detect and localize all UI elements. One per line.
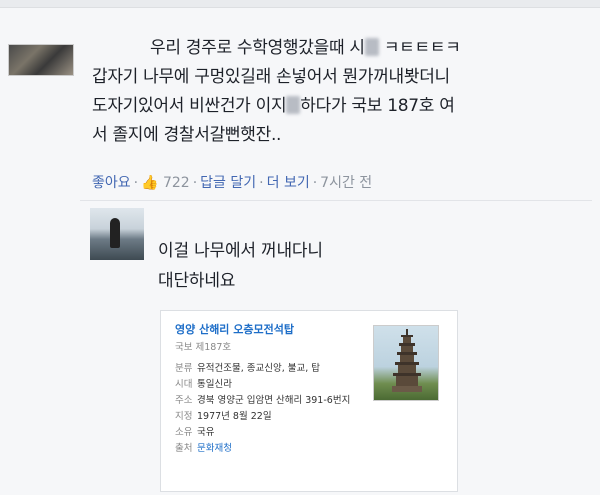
like-count[interactable]: 722	[163, 175, 190, 191]
separator: ·	[133, 175, 139, 191]
comment-line-3a: 도자기있어서 비싼건가 이지	[92, 96, 287, 116]
card-row: 소유 국유	[175, 425, 375, 441]
redacted-text	[286, 96, 301, 114]
heritage-info-card[interactable]: 영양 산해리 오층모전석탑 국보 제187호 분류 유적건조물, 종교신앙, 불교…	[160, 310, 458, 492]
card-subtitle: 국보 제187호	[175, 342, 232, 353]
separator: ·	[259, 175, 264, 191]
reply-link[interactable]: 답글 달기	[200, 175, 256, 191]
comment-line-1a: 우리 경주로 수학영행갔을때 시	[150, 38, 365, 58]
separator: ·	[192, 175, 198, 191]
reply-avatar[interactable]	[90, 208, 144, 260]
more-link[interactable]: 더 보기	[267, 175, 310, 191]
row-key: 출처	[175, 443, 193, 454]
row-key: 분류	[175, 363, 193, 374]
comment-line-1b: ㅋㅌㅌㅌㅋ	[378, 38, 461, 58]
card-title[interactable]: 영양 산해리 오층모전석탑	[175, 321, 294, 337]
card-row: 시대 통일신라	[175, 377, 375, 393]
top-border	[0, 0, 600, 8]
row-value: 유적건조물, 종교신앙, 불교, 탑	[197, 363, 320, 374]
pagoda-icon	[392, 329, 422, 392]
redacted-author-name	[92, 39, 150, 53]
comment-line-2: 갑자기 나무에 구멍있길래 손넣어서 뭔가꺼내봣더니	[92, 67, 450, 87]
pagoda-image[interactable]	[373, 325, 439, 401]
row-key: 주소	[175, 395, 193, 406]
redacted-text	[364, 38, 379, 56]
row-key: 소유	[175, 427, 193, 438]
thumbs-up-icon: 👍	[141, 175, 159, 191]
row-value: 1977년 8월 22일	[197, 411, 272, 422]
card-row: 지정 1977년 8월 22일	[175, 409, 375, 425]
commenter-avatar[interactable]	[8, 44, 74, 76]
row-key: 시대	[175, 379, 193, 390]
like-link[interactable]: 좋아요	[92, 175, 131, 191]
row-value: 경북 영양군 입암면 산해리 391-6번지	[197, 395, 351, 406]
card-row: 출처 문화재청	[175, 441, 375, 457]
comment-actions: 좋아요 · 👍 722 · 답글 달기 · 더 보기 · 7시간 전	[92, 172, 372, 192]
separator: ·	[312, 175, 318, 191]
row-value: 국유	[197, 427, 215, 438]
row-key: 지정	[175, 411, 193, 422]
comment-text: 우리 경주로 수학영행갔을때 시 ㅋㅌㅌㅌㅋ 갑자기 나무에 구멍있길래 손넣어…	[92, 34, 592, 150]
card-info-rows: 분류 유적건조물, 종교신앙, 불교, 탑 시대 통일신라 주소 경북 영양군 입암면…	[175, 361, 375, 457]
reply-text: 이걸 나무에서 꺼내다니 대단하네요	[158, 241, 323, 291]
timestamp[interactable]: 7시간 전	[320, 175, 372, 191]
avatar-figure	[110, 218, 120, 248]
source-link[interactable]: 문화재청	[197, 441, 375, 457]
comment-line-3b: 하다가 국보 187호 여	[300, 96, 455, 116]
card-row: 주소 경북 영양군 입암면 산해리 391-6번지	[175, 393, 375, 409]
card-row: 분류 유적건조물, 종교신앙, 불교, 탑	[175, 361, 375, 377]
divider	[80, 200, 592, 201]
comment-line-4: 서 졸지에 경찰서갈뻔햇잔..	[92, 125, 282, 145]
row-value: 통일신라	[197, 379, 232, 390]
